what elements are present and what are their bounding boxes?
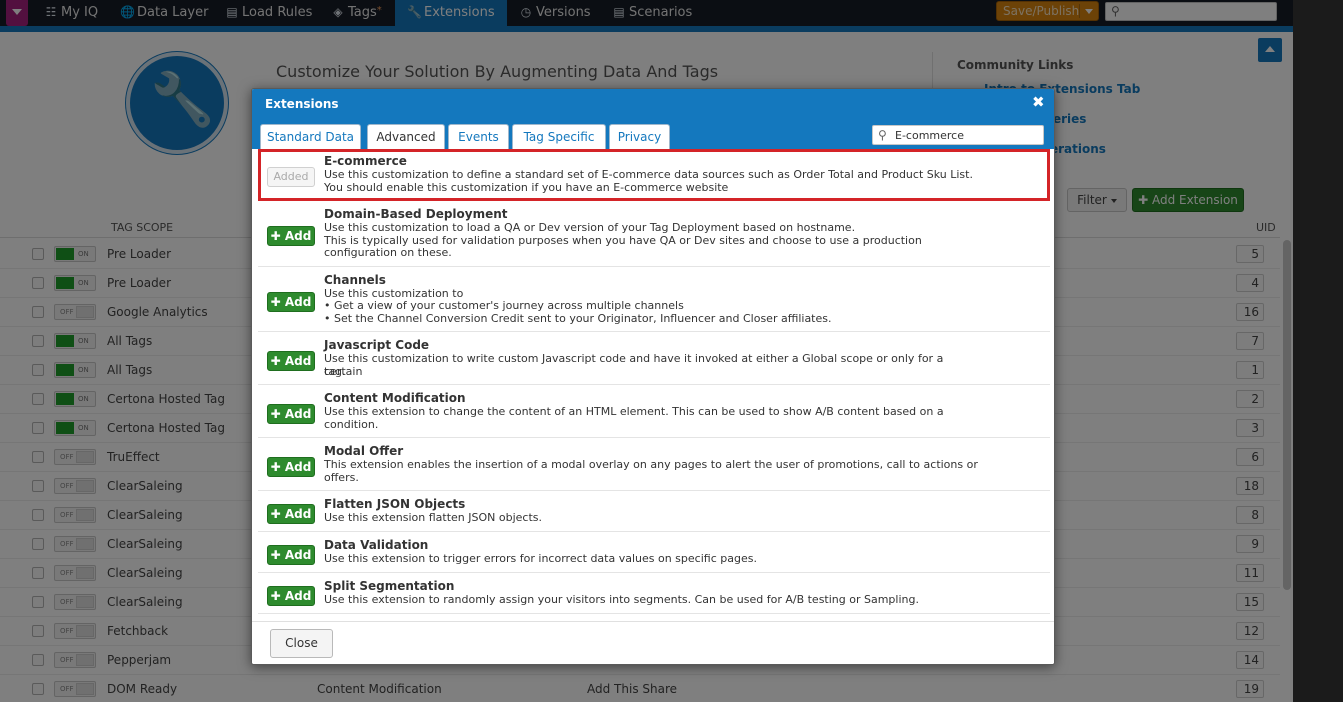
extension-description: Use this extension to change the content… [324,405,944,418]
tab-advanced[interactable]: Advanced [367,124,445,150]
extension-name: Domain-Based Deployment [324,207,508,221]
close-button[interactable]: Close [270,629,333,658]
extension-name: Javascript Code [324,338,430,352]
extension-description: You should enable this customization if … [324,180,729,194]
extension-name: E-commerce [324,154,407,168]
extension-description: Use this extension to randomly assign yo… [324,593,919,606]
add-extension-button[interactable]: ✚ Add [267,457,315,477]
extension-description: Use this customization to define a stand… [324,168,973,181]
add-extension-button[interactable]: ✚ Add [267,586,315,606]
extension-description: configuration on these. [324,246,452,259]
tab-standard-data[interactable]: Standard Data [260,124,361,149]
extension-row: Flatten JSON Objects Use this extension f… [258,492,1050,532]
extension-name: Data Validation [324,538,429,552]
tab-tag-specific[interactable]: Tag Specific [512,124,606,149]
added-button: Added [267,167,315,187]
extension-row: Split Segmentation Use this extension to … [258,574,1050,614]
app-window: ☷My IQ 🌐Data Layer ▤Load Rules ◈Tags* 🔧E… [0,0,1293,702]
search-icon: ⚲ [878,128,887,142]
extension-row: Domain-Based Deployment Use this customiz… [258,202,1050,267]
add-extension-button[interactable]: ✚ Add [267,545,315,565]
extension-description: Use this extension flatten JSON objects. [324,511,543,524]
extension-description: • Get a view of your customer's journey … [324,299,684,312]
dialog-title: Extensions [265,97,339,111]
extension-row: E-commerce Use this customization to defi… [258,149,1050,201]
tab-privacy[interactable]: Privacy [609,124,670,149]
add-extension-button[interactable]: ✚ Add [267,504,315,524]
extension-row: Data Validation Use this extension to tri… [258,533,1050,573]
add-extension-button[interactable]: ✚ Add [267,291,315,312]
extension-row: Content Modification Use this extension t… [258,386,1050,438]
extension-description: offers. [324,470,359,484]
extension-description: condition. [324,417,379,431]
dialog-header: Extensions ✖ Standard Data Advanced Even… [252,89,1054,150]
extension-search: ⚲ [872,125,1044,145]
extension-description: tag. [324,364,346,378]
window-edge [1293,0,1343,702]
extension-row: Modal Offer This extension enables the in… [258,439,1050,491]
extensions-dialog: Extensions ✖ Standard Data Advanced Even… [251,88,1055,665]
add-extension-button[interactable]: ✚ Add [267,226,315,246]
extension-row: Channels Use this customization to • Get a… [258,268,1050,332]
add-extension-button[interactable]: ✚ Add [267,351,315,371]
extension-description: Use this customization to load a QA or D… [324,221,856,234]
extension-description: This extension enables the insertion of … [324,458,978,471]
extension-description: Use this extension to trigger errors for… [324,552,757,565]
dialog-footer: Close [252,621,1054,664]
extension-search-input[interactable] [893,128,1041,143]
extension-name: Split Segmentation [324,579,455,593]
extension-name: Content Modification [324,391,466,405]
close-icon[interactable]: ✖ [1032,93,1045,111]
extension-name: Channels [324,272,386,287]
extension-description: • Set the Channel Conversion Credit sent… [324,311,832,325]
extension-name: Flatten JSON Objects [324,497,466,511]
extension-row: Javascript Code Use this customization to… [258,333,1050,385]
extension-name: Modal Offer [324,444,404,458]
add-extension-button[interactable]: ✚ Add [267,404,315,424]
tab-events[interactable]: Events [448,124,509,149]
